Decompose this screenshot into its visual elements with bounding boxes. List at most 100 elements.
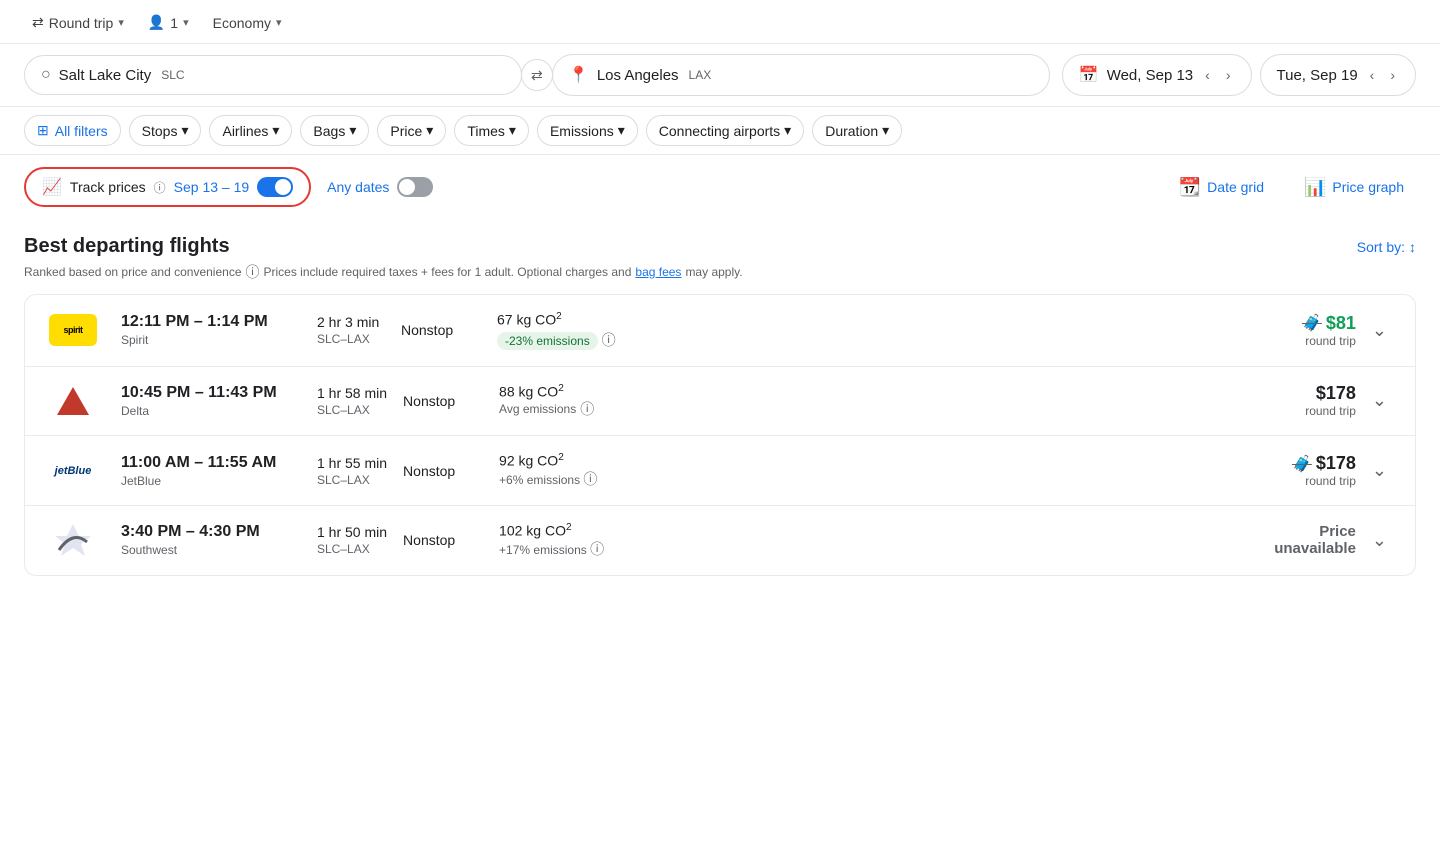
price-chevron: ▾ — [426, 122, 433, 139]
expand-button[interactable]: ⌄ — [1364, 316, 1395, 345]
subtitle-info-icon[interactable]: ⓘ — [246, 262, 260, 282]
times-filter-button[interactable]: Times ▾ — [454, 115, 529, 146]
origin-field[interactable]: ○ Salt Lake City SLC — [24, 55, 522, 95]
stops-filter-button[interactable]: Stops ▾ — [129, 115, 202, 146]
price-label: round trip — [1302, 334, 1356, 348]
flight-stops-label: Nonstop — [403, 393, 483, 409]
emissions-badge: -23% emissions — [497, 332, 598, 350]
top-bar: ⇄ Round trip ▾ 👤 1 ▾ Economy ▾ — [0, 0, 1440, 44]
duration-filter-button[interactable]: Duration ▾ — [812, 115, 902, 146]
jetblue-logo: jetBlue — [55, 465, 92, 477]
depart-date-field[interactable]: 📅 Wed, Sep 13 ‹ › — [1062, 54, 1252, 96]
airlines-filter-button[interactable]: Airlines ▾ — [209, 115, 292, 146]
swap-button[interactable]: ⇄ — [521, 59, 553, 91]
flight-row[interactable]: 3:40 PM – 4:30 PM Southwest 1 hr 50 min … — [25, 506, 1415, 575]
expand-button[interactable]: ⌄ — [1364, 386, 1395, 415]
calendar-icon: 📅 — [1079, 65, 1099, 85]
flight-price: 🧳 $81 round trip ⌄ — [641, 313, 1395, 348]
bags-filter-button[interactable]: Bags ▾ — [300, 115, 369, 146]
emissions-filter-label: Emissions — [550, 123, 614, 139]
price-label: round trip — [1292, 474, 1356, 488]
flight-price: 🧳 $178 round trip ⌄ — [643, 453, 1395, 488]
track-prices-box[interactable]: 📈 Track prices ⓘ Sep 13 – 19 — [24, 167, 311, 207]
return-next-button[interactable]: › — [1386, 65, 1399, 85]
connecting-airports-filter-button[interactable]: Connecting airports ▾ — [646, 115, 804, 146]
flight-co2: 67 kg CO2 — [497, 311, 625, 328]
flight-emissions: 88 kg CO2 Avg emissions ⓘ — [483, 383, 643, 420]
flight-route: SLC–LAX — [317, 542, 387, 556]
expand-button[interactable]: ⌄ — [1364, 526, 1395, 555]
flight-co2: 92 kg CO2 — [499, 452, 627, 469]
return-date: Tue, Sep 19 — [1277, 67, 1358, 84]
connecting-airports-chevron: ▾ — [784, 122, 791, 139]
flight-row[interactable]: 10:45 PM – 11:43 PM Delta 1 hr 58 min SL… — [25, 367, 1415, 437]
flight-time: 11:00 AM – 11:55 AM JetBlue — [121, 454, 301, 488]
destination-code: LAX — [689, 68, 712, 82]
price-filter-label: Price — [390, 123, 422, 139]
date-grid-button[interactable]: 📆 Date grid — [1167, 171, 1276, 204]
flight-row[interactable]: jetBlue 11:00 AM – 11:55 AM JetBlue 1 hr… — [25, 436, 1415, 506]
price-graph-button[interactable]: 📊 Price graph — [1292, 171, 1416, 204]
spirit-logo: spirit — [49, 314, 97, 346]
cabin-class-label: Economy — [213, 15, 271, 31]
track-prices-label: Track prices — [70, 179, 146, 195]
section-title: Best departing flights — [24, 219, 230, 262]
price-amount: $81 — [1326, 313, 1356, 334]
flight-duration: 2 hr 3 min SLC–LAX — [301, 314, 401, 346]
emissions-filter-button[interactable]: Emissions ▾ — [537, 115, 638, 146]
flight-stops: Nonstop — [403, 393, 483, 409]
search-bar: ○ Salt Lake City SLC ⇄ 📍 Los Angeles LAX… — [0, 44, 1440, 107]
filters-bar: ⊞ All filters Stops ▾ Airlines ▾ Bags ▾ … — [0, 107, 1440, 155]
origin-code: SLC — [161, 68, 184, 82]
flight-stops-label: Nonstop — [403, 463, 483, 479]
destination-field[interactable]: 📍 Los Angeles LAX — [552, 54, 1050, 96]
price-amount: $178 — [1316, 453, 1356, 474]
any-dates-toggle[interactable] — [397, 177, 433, 197]
sort-by-button[interactable]: Sort by: ↕ — [1357, 239, 1416, 255]
flight-airline-name: Delta — [121, 404, 301, 418]
cabin-class-chevron: ▾ — [276, 16, 282, 29]
flight-co2: 102 kg CO2 — [499, 522, 627, 539]
any-dates-button[interactable]: Any dates — [327, 177, 433, 197]
cabin-class-button[interactable]: Economy ▾ — [205, 11, 290, 35]
bag-fees-link[interactable]: bag fees — [635, 265, 681, 279]
trip-type-chevron: ▾ — [118, 16, 124, 29]
destination-city: Los Angeles — [597, 67, 679, 84]
flight-route: SLC–LAX — [317, 473, 387, 487]
all-filters-button[interactable]: ⊞ All filters — [24, 115, 121, 146]
flight-route: SLC–LAX — [317, 403, 387, 417]
connecting-airports-filter-label: Connecting airports — [659, 123, 780, 139]
flight-airline-name: Spirit — [121, 333, 301, 347]
flight-duration-time: 2 hr 3 min — [317, 314, 385, 330]
price-filter-button[interactable]: Price ▾ — [377, 115, 446, 146]
flight-co2: 88 kg CO2 — [499, 383, 627, 400]
emissions-info-icon[interactable]: ⓘ — [580, 399, 594, 419]
track-prices-toggle[interactable] — [257, 177, 293, 197]
duration-chevron: ▾ — [882, 122, 889, 139]
passengers-button[interactable]: 👤 1 ▾ — [140, 10, 197, 35]
all-filters-label: All filters — [55, 123, 108, 139]
destination-icon: 📍 — [569, 65, 589, 85]
emissions-info-icon[interactable]: ⓘ — [583, 471, 597, 487]
flight-time-range: 11:00 AM – 11:55 AM — [121, 454, 301, 472]
duration-filter-label: Duration — [825, 123, 878, 139]
flight-row[interactable]: spirit 12:11 PM – 1:14 PM Spirit 2 hr 3 … — [25, 295, 1415, 367]
depart-next-button[interactable]: › — [1222, 65, 1235, 85]
flight-route: SLC–LAX — [317, 332, 385, 346]
depart-prev-button[interactable]: ‹ — [1201, 65, 1214, 85]
emissions-label: Avg emissions ⓘ — [499, 399, 627, 419]
subtitle-text: Ranked based on price and convenience — [24, 265, 242, 279]
return-date-field[interactable]: Tue, Sep 19 ‹ › — [1260, 54, 1417, 96]
flight-stops-label: Nonstop — [401, 322, 481, 338]
price-label: round trip — [1305, 404, 1356, 418]
expand-button[interactable]: ⌄ — [1364, 456, 1395, 485]
flight-time: 10:45 PM – 11:43 PM Delta — [121, 384, 301, 418]
emissions-info-icon[interactable]: ⓘ — [590, 541, 604, 557]
date-grid-icon: 📆 — [1179, 177, 1201, 198]
emissions-info-icon[interactable]: ⓘ — [602, 332, 616, 348]
return-prev-button[interactable]: ‹ — [1366, 65, 1379, 85]
flight-emissions: 67 kg CO2 -23% emissions ⓘ — [481, 311, 641, 350]
flight-price: Priceunavailable ⌄ — [643, 523, 1395, 557]
trip-type-button[interactable]: ⇄ Round trip ▾ — [24, 10, 132, 35]
date-grid-label: Date grid — [1207, 179, 1264, 195]
